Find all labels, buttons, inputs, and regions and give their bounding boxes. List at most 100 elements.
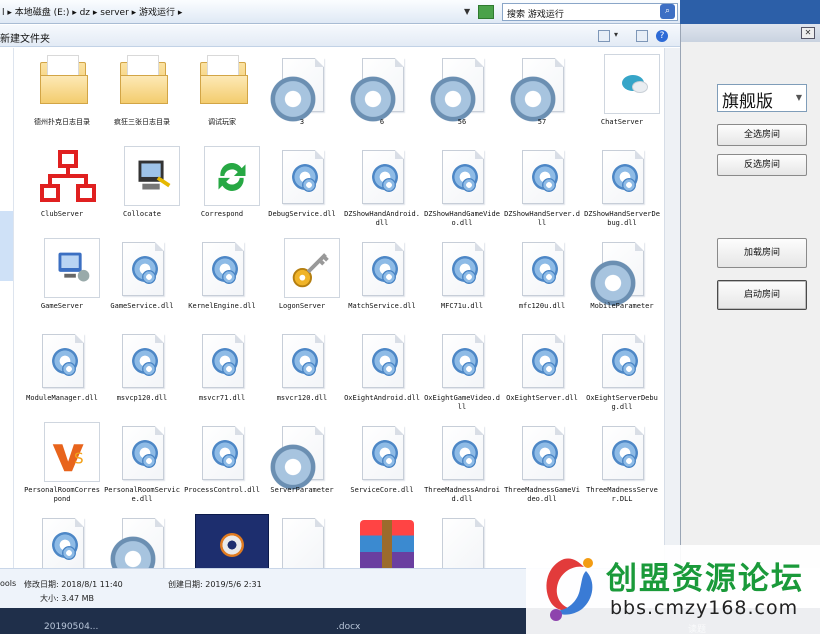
- navigation-pane[interactable]: [0, 48, 14, 568]
- dll-file-icon: [354, 422, 410, 482]
- search-icon[interactable]: ⌕: [660, 4, 675, 19]
- taskbar-item-doc[interactable]: .docx: [336, 622, 360, 632]
- start-rooms-button[interactable]: 启动房间: [717, 280, 807, 310]
- file-item[interactable]: ServerParameter: [262, 418, 342, 510]
- file-item[interactable]: ThreeMadnessServer.DLL: [582, 418, 662, 510]
- edition-select[interactable]: 旗舰版 ▼: [717, 84, 807, 112]
- file-item[interactable]: [422, 510, 502, 568]
- file-name: DZShowHandServer.dll: [504, 210, 580, 227]
- file-item[interactable]: ThreeMadnessGameVideo.dll: [502, 418, 582, 510]
- close-icon[interactable]: ✕: [801, 27, 815, 39]
- file-item[interactable]: DZShowHandAndroid.dll: [342, 142, 422, 234]
- file-item[interactable]: S PersonalRoomCorrespond: [22, 418, 102, 510]
- file-item[interactable]: 德州扑克日志目录: [22, 50, 102, 142]
- new-folder-button[interactable]: 新建文件夹: [0, 30, 50, 45]
- file-name: MatchService.dll: [348, 302, 416, 310]
- file-item[interactable]: mfc120u.dll: [502, 234, 582, 326]
- file-item[interactable]: Collocate: [102, 142, 182, 234]
- preview-pane-icon[interactable]: [636, 30, 648, 42]
- file-item[interactable]: ServiceCore.dll: [342, 418, 422, 510]
- file-name: ClubServer: [40, 210, 84, 218]
- dll-file-icon: [114, 238, 170, 298]
- application-icon: [114, 146, 180, 206]
- file-item[interactable]: MFC71u.dll: [422, 234, 502, 326]
- dll-file-icon: [594, 422, 650, 482]
- view-dropdown-icon[interactable]: ▾: [614, 30, 626, 42]
- file-name: ServiceCore.dll: [350, 486, 414, 494]
- file-name: ProcessControl.dll: [184, 486, 260, 494]
- breadcrumb-item[interactable]: 本地磁盘 (E:) ▸: [15, 8, 80, 18]
- file-item[interactable]: OxEightServerDebug.dll: [582, 326, 662, 418]
- breadcrumb-item[interactable]: dz ▸: [80, 8, 101, 18]
- file-item[interactable]: MobileParameter: [582, 234, 662, 326]
- file-item[interactable]: DebugService.dll: [262, 142, 342, 234]
- file-item[interactable]: GameServer: [22, 234, 102, 326]
- file-name: OxEightGameVideo.dll: [424, 394, 500, 411]
- dll-file-icon: [274, 330, 330, 390]
- dll-file-icon: [434, 330, 490, 390]
- file-item[interactable]: DZShowHandServerDebug.dll: [582, 142, 662, 234]
- file-item[interactable]: msvcr120.dll: [262, 326, 342, 418]
- invert-select-button[interactable]: 反选房间: [717, 154, 807, 176]
- file-item[interactable]: 3: [262, 50, 342, 142]
- file-name: OxEightServerDebug.dll: [586, 394, 658, 411]
- file-name: 调试玩家: [208, 118, 236, 126]
- view-options-icon[interactable]: [598, 30, 610, 42]
- file-item[interactable]: KernelEngine.dll: [182, 234, 262, 326]
- select-all-button[interactable]: 全选房间: [717, 124, 807, 146]
- file-item[interactable]: DZShowHandGameVideo.dll: [422, 142, 502, 234]
- chat-app-icon: [594, 54, 660, 114]
- dll-file-icon: [514, 422, 570, 482]
- file-item[interactable]: MatchService.dll: [342, 234, 422, 326]
- file-item[interactable]: Correspond: [182, 142, 262, 234]
- config-file-icon: [270, 54, 330, 122]
- dll-file-icon: [114, 422, 170, 482]
- file-name: ThreeMadnessServer.DLL: [586, 486, 658, 503]
- file-item[interactable]: OxEightGameVideo.dll: [422, 326, 502, 418]
- file-item[interactable]: PersonalRoomService.dll: [102, 418, 182, 510]
- file-item[interactable]: LogonServer: [262, 234, 342, 326]
- file-item[interactable]: 6: [342, 50, 422, 142]
- help-icon[interactable]: ?: [656, 30, 668, 42]
- file-item[interactable]: 56: [422, 50, 502, 142]
- file-item[interactable]: 疯狂三张日志目录: [102, 50, 182, 142]
- file-item[interactable]: [262, 510, 342, 568]
- file-item[interactable]: OxEightAndroid.dll: [342, 326, 422, 418]
- file-item[interactable]: ThreeMadnessAndroid.dll: [422, 418, 502, 510]
- file-item[interactable]: ProcessControl.dll: [182, 418, 262, 510]
- config-file-icon: [270, 422, 330, 490]
- application-icon: S: [34, 422, 100, 482]
- file-item[interactable]: [342, 510, 422, 568]
- file-item[interactable]: ChatServer: [582, 50, 662, 142]
- file-item[interactable]: 57: [502, 50, 582, 142]
- selected-name: ools: [0, 579, 17, 588]
- file-item[interactable]: ModuleManager.dll: [22, 326, 102, 418]
- file-item[interactable]: 调试玩家: [182, 50, 262, 142]
- file-item[interactable]: [22, 510, 102, 568]
- dll-file-icon: [354, 146, 410, 206]
- file-item[interactable]: OxEightServer.dll: [502, 326, 582, 418]
- file-item[interactable]: msvcr71.dll: [182, 326, 262, 418]
- file-item[interactable]: [182, 510, 269, 568]
- forum-url: bbs.cmzy168.com: [610, 597, 799, 619]
- breadcrumb[interactable]: l ▸ 本地磁盘 (E:) ▸ dz ▸ server ▸ 游戏运行 ▸: [2, 5, 182, 18]
- file-name: 疯狂三张日志目录: [114, 118, 170, 126]
- refresh-icon[interactable]: [478, 5, 494, 19]
- file-grid[interactable]: 德州扑克日志目录 疯狂三张日志目录 调试玩家 3 6 56 57 ChatServer Club…: [14, 48, 664, 568]
- breadcrumb-item[interactable]: 游戏运行 ▸: [139, 8, 182, 18]
- dll-file-icon: [354, 330, 410, 390]
- address-dropdown-icon[interactable]: ▼: [464, 7, 470, 16]
- breadcrumb-item[interactable]: server ▸: [100, 8, 139, 18]
- file-item[interactable]: [102, 510, 182, 568]
- file-item[interactable]: DZShowHandServer.dll: [502, 142, 582, 234]
- network-app-icon: [34, 146, 96, 206]
- taskbar-item-left[interactable]: 20190504...: [44, 622, 98, 632]
- file-item[interactable]: GameService.dll: [102, 234, 182, 326]
- search-input[interactable]: 搜索 游戏运行: [502, 3, 678, 21]
- file-item[interactable]: ClubServer: [22, 142, 102, 234]
- vertical-scrollbar[interactable]: [664, 48, 680, 568]
- application-icon: [34, 238, 100, 298]
- folder-icon: [194, 54, 250, 114]
- file-item[interactable]: msvcp120.dll: [102, 326, 182, 418]
- load-rooms-button[interactable]: 加载房间: [717, 238, 807, 268]
